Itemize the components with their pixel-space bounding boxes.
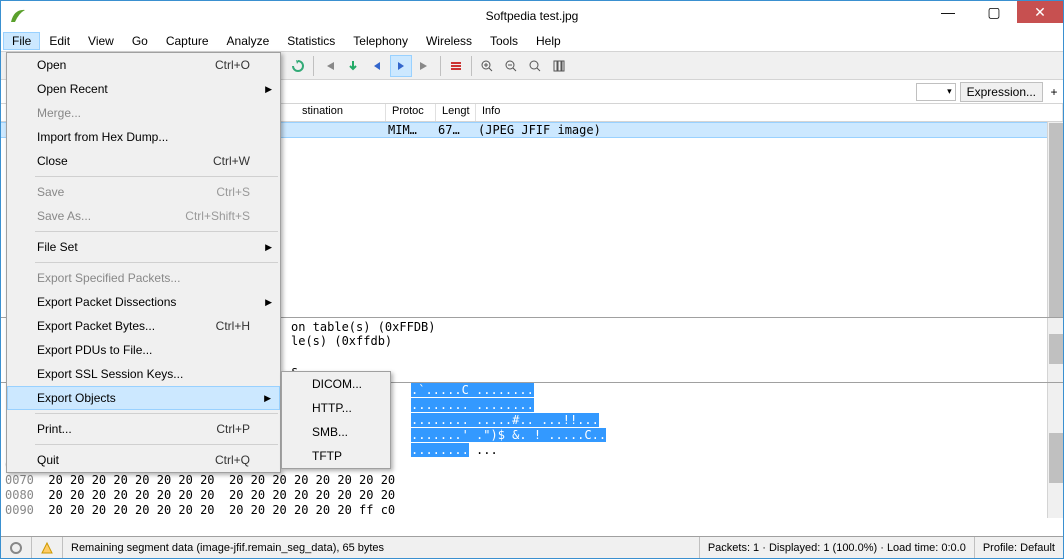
status-indicator-icon[interactable] — [1, 537, 31, 558]
menu-item-export-ssl-session-keys[interactable]: Export SSL Session Keys... — [7, 362, 280, 386]
status-text: Remaining segment data (image-jfif.remai… — [62, 537, 699, 558]
menu-item-open[interactable]: OpenCtrl+O — [7, 53, 280, 77]
status-profile[interactable]: Profile: Default — [974, 537, 1063, 558]
file-menu-dropdown: OpenCtrl+OOpen Recent▶Merge...Import fro… — [6, 52, 281, 473]
maximize-button[interactable]: ▢ — [971, 1, 1017, 23]
menu-telephony[interactable]: Telephony — [344, 32, 417, 50]
menu-go[interactable]: Go — [123, 32, 157, 50]
toolbar-prev-icon[interactable] — [366, 55, 388, 77]
menu-statistics[interactable]: Statistics — [278, 32, 344, 50]
menu-tools[interactable]: Tools — [481, 32, 527, 50]
menu-item-file-set[interactable]: File Set▶ — [7, 235, 280, 259]
scrollbar[interactable] — [1047, 318, 1063, 382]
toolbar-zoom-in-icon[interactable] — [476, 55, 498, 77]
menu-item-save: SaveCtrl+S — [7, 180, 280, 204]
toolbar-reload-icon[interactable] — [287, 55, 309, 77]
toolbar-goto-first-icon[interactable] — [318, 55, 340, 77]
toolbar-next-icon[interactable] — [390, 55, 412, 77]
close-button[interactable]: ✕ — [1017, 1, 1063, 23]
submenu-http[interactable]: HTTP... — [282, 396, 390, 420]
toolbar-goto-icon[interactable] — [342, 55, 364, 77]
submenu-smb[interactable]: SMB... — [282, 420, 390, 444]
submenu-tftp[interactable]: TFTP — [282, 444, 390, 468]
export-objects-submenu: DICOM... HTTP... SMB... TFTP — [281, 371, 391, 469]
menu-edit[interactable]: Edit — [40, 32, 79, 50]
window-title: Softpedia test.jpg — [1, 9, 1063, 23]
menu-capture[interactable]: Capture — [157, 32, 218, 50]
menu-item-quit[interactable]: QuitCtrl+Q — [7, 448, 280, 472]
toolbar-goto-last-icon[interactable] — [414, 55, 436, 77]
col-info[interactable]: Info — [476, 104, 1063, 121]
col-protocol[interactable]: Protoc — [386, 104, 436, 121]
scrollbar[interactable] — [1047, 122, 1063, 317]
menu-item-export-pdus-to-file[interactable]: Export PDUs to File... — [7, 338, 280, 362]
add-filter-button[interactable]: + — [1045, 83, 1063, 101]
menu-item-merge: Merge... — [7, 101, 280, 125]
statusbar: Remaining segment data (image-jfif.remai… — [1, 536, 1063, 558]
menu-item-close[interactable]: CloseCtrl+W — [7, 149, 280, 173]
menu-item-save-as: Save As...Ctrl+Shift+S — [7, 204, 280, 228]
menu-item-import-from-hex-dump[interactable]: Import from Hex Dump... — [7, 125, 280, 149]
menu-item-open-recent[interactable]: Open Recent▶ — [7, 77, 280, 101]
menu-item-export-objects[interactable]: Export Objects▶ — [7, 386, 280, 410]
menu-item-export-packet-bytes[interactable]: Export Packet Bytes...Ctrl+H — [7, 314, 280, 338]
col-destination[interactable]: stination — [296, 104, 386, 121]
toolbar-zoom-out-icon[interactable] — [500, 55, 522, 77]
menu-item-export-packet-dissections[interactable]: Export Packet Dissections▶ — [7, 290, 280, 314]
menu-help[interactable]: Help — [527, 32, 570, 50]
menu-file[interactable]: File — [3, 32, 40, 50]
menu-item-export-specified-packets: Export Specified Packets... — [7, 266, 280, 290]
minimize-button[interactable]: — — [925, 1, 971, 23]
menu-wireless[interactable]: Wireless — [417, 32, 481, 50]
expression-button[interactable]: Expression... — [960, 82, 1043, 102]
menubar: File Edit View Go Capture Analyze Statis… — [1, 31, 1063, 52]
menu-view[interactable]: View — [79, 32, 123, 50]
menu-item-print[interactable]: Print...Ctrl+P — [7, 417, 280, 441]
filter-history-dropdown[interactable]: ▾ — [916, 83, 956, 101]
scrollbar[interactable] — [1047, 383, 1063, 518]
status-packets: Packets: 1 · Displayed: 1 (100.0%) · Loa… — [699, 537, 974, 558]
titlebar: Softpedia test.jpg — ▢ ✕ — [1, 1, 1063, 31]
toolbar-resize-cols-icon[interactable] — [548, 55, 570, 77]
menu-analyze[interactable]: Analyze — [218, 32, 279, 50]
submenu-dicom[interactable]: DICOM... — [282, 372, 390, 396]
col-length[interactable]: Lengt — [436, 104, 476, 121]
expert-info-icon[interactable] — [31, 537, 62, 558]
toolbar-zoom-reset-icon[interactable] — [524, 55, 546, 77]
toolbar-autoscroll-icon[interactable] — [445, 55, 467, 77]
